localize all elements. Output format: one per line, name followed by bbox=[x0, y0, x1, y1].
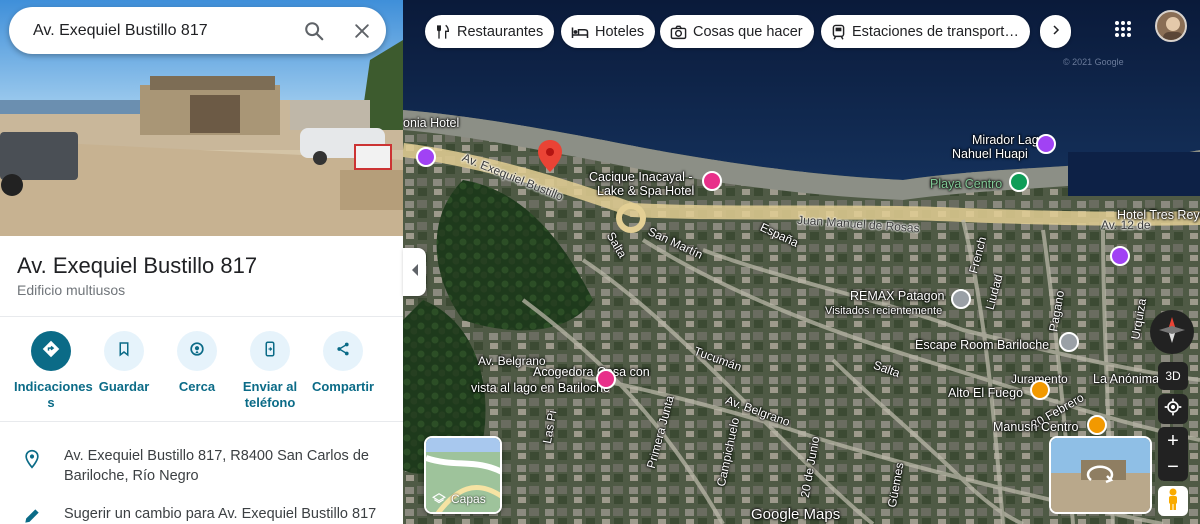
chip-things-to-do-label: Cosas que hacer bbox=[693, 23, 803, 40]
pegman-button[interactable] bbox=[1158, 486, 1188, 516]
save-button[interactable]: Guardar bbox=[87, 331, 161, 395]
directions-label-wrap: s bbox=[47, 395, 55, 410]
share-icon bbox=[334, 340, 352, 363]
search-icon[interactable] bbox=[290, 7, 338, 54]
map-label: onia Hotel bbox=[403, 116, 460, 130]
divider bbox=[0, 421, 403, 422]
directions-label: Indicaciones bbox=[14, 379, 93, 394]
pencil-icon bbox=[22, 506, 42, 524]
map-label: REMAX Patagon bbox=[850, 289, 945, 303]
map-label: Manush Centro bbox=[993, 420, 1079, 434]
location-pin-icon bbox=[22, 448, 42, 486]
place-panel: Av. Exequiel Bustillo 817 Edificio multi… bbox=[0, 0, 403, 524]
google-maps-logo: Google Maps bbox=[751, 506, 841, 523]
nearby-label: Cerca bbox=[178, 379, 216, 394]
map-label: Escape Room Bariloche bbox=[915, 338, 1050, 352]
divider bbox=[0, 316, 403, 317]
avatar[interactable] bbox=[1155, 10, 1187, 42]
apps-grid-icon[interactable] bbox=[1110, 16, 1136, 42]
restaurant-poi-icon[interactable] bbox=[1030, 380, 1050, 400]
map-label: Nahuel Huapi bbox=[952, 147, 1028, 161]
share-label: Compartir bbox=[311, 379, 375, 394]
chip-hotels[interactable]: Hoteles bbox=[561, 15, 656, 48]
map-label: Mirador Lago bbox=[972, 133, 1046, 147]
hotel-poi-icon[interactable] bbox=[596, 369, 616, 389]
hotel-poi-icon[interactable] bbox=[702, 171, 722, 191]
map-copyright: © 2021 Google bbox=[1063, 57, 1124, 67]
layers-icon bbox=[432, 492, 446, 506]
send-to-phone-button[interactable]: Enviar al teléfono bbox=[233, 331, 307, 411]
business-poi-icon[interactable] bbox=[1059, 332, 1079, 352]
compass-button[interactable] bbox=[1150, 310, 1194, 354]
train-icon bbox=[831, 24, 846, 40]
viewpoint-poi-icon[interactable] bbox=[1036, 134, 1056, 154]
layers-label: Capas bbox=[451, 492, 486, 506]
map-label: Acogedora Casa con bbox=[533, 365, 650, 379]
map-label: La Anónima bbox=[1093, 372, 1160, 386]
share-button[interactable]: Compartir bbox=[306, 331, 380, 395]
zoom-in-button[interactable]: + bbox=[1167, 428, 1179, 454]
chip-transit-label: Estaciones de transport… bbox=[852, 23, 1019, 40]
place-title: Av. Exequiel Bustillo 817 bbox=[17, 253, 258, 278]
place-category[interactable]: Edificio multiusos bbox=[17, 282, 125, 298]
map-label: vista al lago en Bariloche bbox=[471, 381, 610, 395]
restaurant-poi-icon[interactable] bbox=[1087, 415, 1107, 435]
street-view-preview[interactable] bbox=[1049, 436, 1152, 514]
chips-next-button[interactable] bbox=[1040, 15, 1071, 48]
business-poi-icon[interactable] bbox=[951, 289, 971, 309]
bed-icon bbox=[571, 24, 589, 40]
pegman-icon bbox=[1166, 488, 1180, 515]
search-box bbox=[9, 7, 386, 54]
chip-things-to-do[interactable]: Cosas que hacer bbox=[660, 15, 814, 48]
map-label: Visitados recientemente bbox=[825, 305, 943, 317]
close-icon[interactable] bbox=[338, 7, 386, 54]
compass-icon bbox=[1157, 315, 1187, 350]
fork-knife-icon bbox=[435, 24, 451, 40]
my-location-button[interactable] bbox=[1158, 394, 1188, 424]
chevron-right-icon bbox=[1050, 24, 1062, 40]
hotel-poi-icon[interactable] bbox=[416, 147, 436, 167]
map-label: Alto El Fuego bbox=[948, 386, 1024, 400]
map-label: Cacique Inacayal - bbox=[589, 170, 693, 184]
chevron-left-icon bbox=[410, 263, 420, 281]
chip-restaurants-label: Restaurantes bbox=[457, 23, 544, 40]
suggest-edit-text: Sugerir un cambio para Av. Exequiel Bust… bbox=[64, 506, 377, 522]
suggest-edit-row[interactable]: Sugerir un cambio para Av. Exequiel Bust… bbox=[0, 504, 403, 524]
send-to-phone-label: Enviar al bbox=[242, 379, 298, 394]
search-input[interactable] bbox=[33, 21, 290, 40]
chip-transit-stations[interactable]: Estaciones de transport… bbox=[821, 15, 1030, 48]
map-label: Playa Centro bbox=[930, 177, 1003, 191]
nearby-icon bbox=[187, 339, 207, 364]
zoom-controls: + − bbox=[1158, 427, 1188, 481]
address-row[interactable]: Av. Exequiel Bustillo 817, R8400 San Car… bbox=[0, 446, 403, 486]
map-label: Lake & Spa Hotel bbox=[597, 184, 695, 198]
collapse-panel-button[interactable] bbox=[403, 248, 426, 296]
directions-icon bbox=[41, 339, 61, 364]
chip-hotels-label: Hoteles bbox=[595, 23, 645, 40]
museum-poi-icon[interactable] bbox=[1110, 246, 1130, 266]
chip-restaurants[interactable]: Restaurantes bbox=[425, 15, 555, 48]
save-label: Guardar bbox=[98, 379, 150, 394]
3d-toggle-button[interactable]: 3D bbox=[1158, 362, 1188, 390]
map-label: Av. 12 de bbox=[1101, 218, 1151, 232]
camera-icon bbox=[670, 24, 687, 40]
send-to-phone-icon bbox=[261, 340, 279, 363]
my-location-icon bbox=[1163, 397, 1183, 422]
zoom-out-button[interactable]: − bbox=[1167, 454, 1179, 480]
send-to-phone-label-wrap: teléfono bbox=[244, 395, 296, 410]
nearby-button[interactable]: Cerca bbox=[160, 331, 234, 395]
directions-button[interactable]: Indicaciones s bbox=[14, 331, 93, 411]
layers-button[interactable]: Capas bbox=[424, 436, 502, 514]
bookmark-icon bbox=[115, 340, 133, 363]
address-text: Av. Exequiel Bustillo 817, R8400 San Car… bbox=[64, 448, 369, 484]
beach-poi-icon[interactable] bbox=[1009, 172, 1029, 192]
